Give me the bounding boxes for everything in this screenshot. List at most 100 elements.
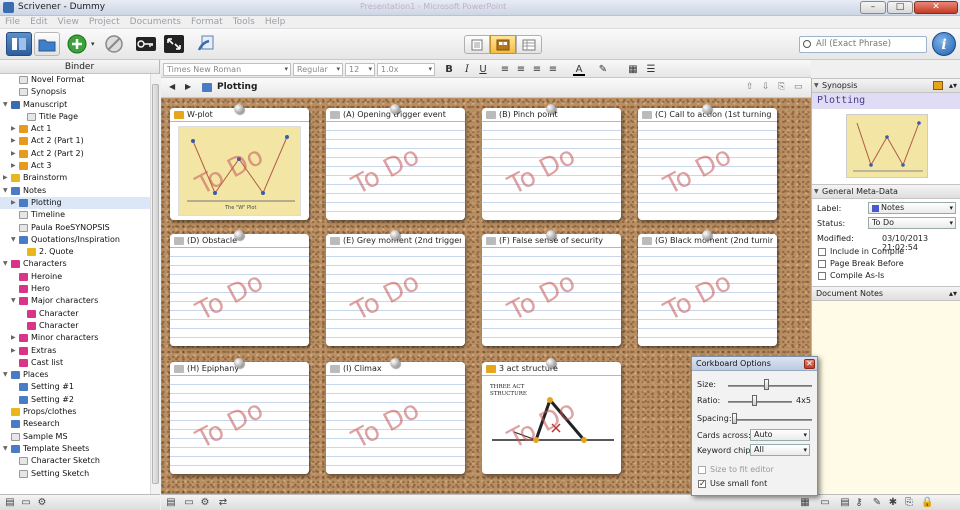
binder-item[interactable]: Novel Format [0,74,150,86]
collections-button[interactable] [34,32,60,56]
highlight-icon[interactable]: ✎ [597,63,609,76]
binder-item[interactable]: Setting #2 [0,394,150,406]
italic-button[interactable]: I [461,63,473,76]
view-corkboard-button[interactable] [490,35,516,54]
menu-view[interactable]: View [53,16,84,29]
keywords-button[interactable] [134,32,158,56]
binder-item[interactable]: Character Sketch [0,455,150,467]
index-card[interactable]: (F) False sense of security To Do [482,234,621,346]
split-view-icon[interactable]: ▭ [794,82,803,92]
binder-item[interactable]: Props/clothes [0,406,150,418]
collapsed-triangle-icon[interactable]: ▶ [11,148,16,160]
new-card-icon[interactable]: ▤ [165,497,177,509]
menu-format[interactable]: Format [186,16,228,29]
keyword-chips-select[interactable]: All [750,444,810,456]
compile-as-is-checkbox[interactable] [818,272,826,280]
cards-across-select[interactable]: Auto [750,429,810,441]
synopsis-header[interactable]: ▼ Synopsis ▴▾ [812,78,960,93]
index-card[interactable]: (H) Epiphany To Do [170,362,309,474]
binder-item[interactable]: ▶ Brainstorm [0,172,150,184]
index-card[interactable]: (E) Grey moment (2nd trigger ... To Do [326,234,465,346]
index-card[interactable]: (B) Pinch point To Do [482,108,621,220]
folder-action-icon[interactable]: ▭ [183,497,195,509]
back-arrow-icon[interactable]: ◀ [169,82,175,91]
binder-item[interactable]: ▼ Manuscript [0,99,150,111]
label-select[interactable]: Notes [868,202,956,214]
list-icon[interactable]: ☰ [645,63,657,76]
include-compile-checkbox[interactable] [818,248,826,256]
ratio-slider-knob[interactable] [752,395,757,406]
gear-icon[interactable]: ⚙ [199,497,211,509]
menu-edit[interactable]: Edit [25,16,52,29]
index-card[interactable]: W-plot The "W" Plot To Do [170,108,309,220]
binder-item[interactable]: Title Page [0,111,150,123]
binder-item[interactable]: 2. Quote [0,246,150,258]
footnote-icon[interactable]: ✱ [887,497,899,509]
binder-item[interactable]: Sample MS [0,431,150,443]
align-left-icon[interactable]: ≡ [499,63,511,76]
menu-tools[interactable]: Tools [228,16,260,29]
font-size-select[interactable]: 12 [345,63,375,76]
binder-item[interactable]: ▶ Act 2 (Part 1) [0,135,150,147]
align-justify-icon[interactable]: ≡ [547,63,559,76]
document-notes-area[interactable] [812,301,960,494]
status-select[interactable]: To Do [868,217,956,229]
size-slider-knob[interactable] [764,379,769,390]
down-arrow-icon[interactable]: ⇩ [762,82,770,92]
binder-item[interactable]: ▶ Act 1 [0,123,150,135]
binder-item[interactable]: ▼ Characters [0,258,150,270]
binder-scrollbar[interactable] [150,74,160,494]
collapse-triangle-icon[interactable]: ▼ [814,79,819,92]
add-doc-icon[interactable]: ▤ [4,497,16,509]
binder-scroll-thumb[interactable] [152,84,159,484]
collapsed-triangle-icon[interactable]: ▶ [11,160,16,172]
line-spacing-select[interactable]: 1.0x [377,63,435,76]
swap-arrows-icon[interactable]: ⇄ [217,497,229,509]
freeform-icon[interactable]: ▭ [819,497,831,509]
full-screen-button[interactable] [162,32,186,56]
expanded-triangle-icon[interactable]: ▼ [3,443,8,455]
comment-icon[interactable]: ✎ [871,497,883,509]
binder-item[interactable]: Paula RoeSYNOPSIS [0,222,150,234]
page-break-checkbox[interactable] [818,260,826,268]
binder-item[interactable]: ▶ Extras [0,345,150,357]
synopsis-image-icon[interactable] [933,81,943,90]
binder-item[interactable]: Cast list [0,357,150,369]
menu-file[interactable]: File [0,16,25,29]
expanded-triangle-icon[interactable]: ▼ [11,234,16,246]
menu-documents[interactable]: Documents [125,16,186,29]
general-metadata-header[interactable]: ▼ General Meta-Data [812,184,960,199]
binder-item[interactable]: Timeline [0,209,150,221]
grid-view-icon[interactable]: ▦ [799,497,811,509]
table-icon[interactable]: ▦ [627,63,639,76]
document-notes-header[interactable]: Document Notes ▴▾ [812,286,960,301]
bookmark-icon[interactable]: ⎘ [778,82,785,92]
binder-item[interactable]: Character [0,320,150,332]
binder-toggle-button[interactable] [6,32,32,56]
maximize-button[interactable]: □ [887,1,913,14]
expanded-triangle-icon[interactable]: ▼ [3,369,8,381]
add-document-button[interactable] [66,32,88,56]
delete-button[interactable] [102,32,126,56]
link-icon[interactable]: ⎘ [903,497,915,509]
binder-item[interactable]: ▼ Places [0,369,150,381]
notes-expand-arrows-icon[interactable]: ▴▾ [949,287,957,300]
lock-icon[interactable]: 🔒 [921,497,933,509]
index-card[interactable]: (C) Call to action (1st turning ... To Do [638,108,777,220]
add-folder-icon[interactable]: ▭ [20,497,32,509]
text-color-icon[interactable]: A [573,63,585,76]
bold-button[interactable]: B [443,63,455,76]
minimize-button[interactable]: – [860,1,886,14]
size-to-fit-checkbox[interactable] [698,466,706,474]
binder-item[interactable]: Heroine [0,271,150,283]
collapsed-triangle-icon[interactable]: ▶ [3,172,8,184]
underline-button[interactable]: U [477,63,489,76]
binder-item[interactable]: ▼ Template Sheets [0,443,150,455]
ratio-slider[interactable] [728,401,792,403]
spacing-slider[interactable] [732,419,812,421]
index-card[interactable]: (I) Climax To Do [326,362,465,474]
binder-item[interactable]: ▶ Plotting [0,196,150,210]
index-card[interactable]: (D) Obstacle To Do [170,234,309,346]
collapsed-triangle-icon[interactable]: ▶ [11,123,16,135]
inspector-info-button[interactable]: i [932,32,956,56]
